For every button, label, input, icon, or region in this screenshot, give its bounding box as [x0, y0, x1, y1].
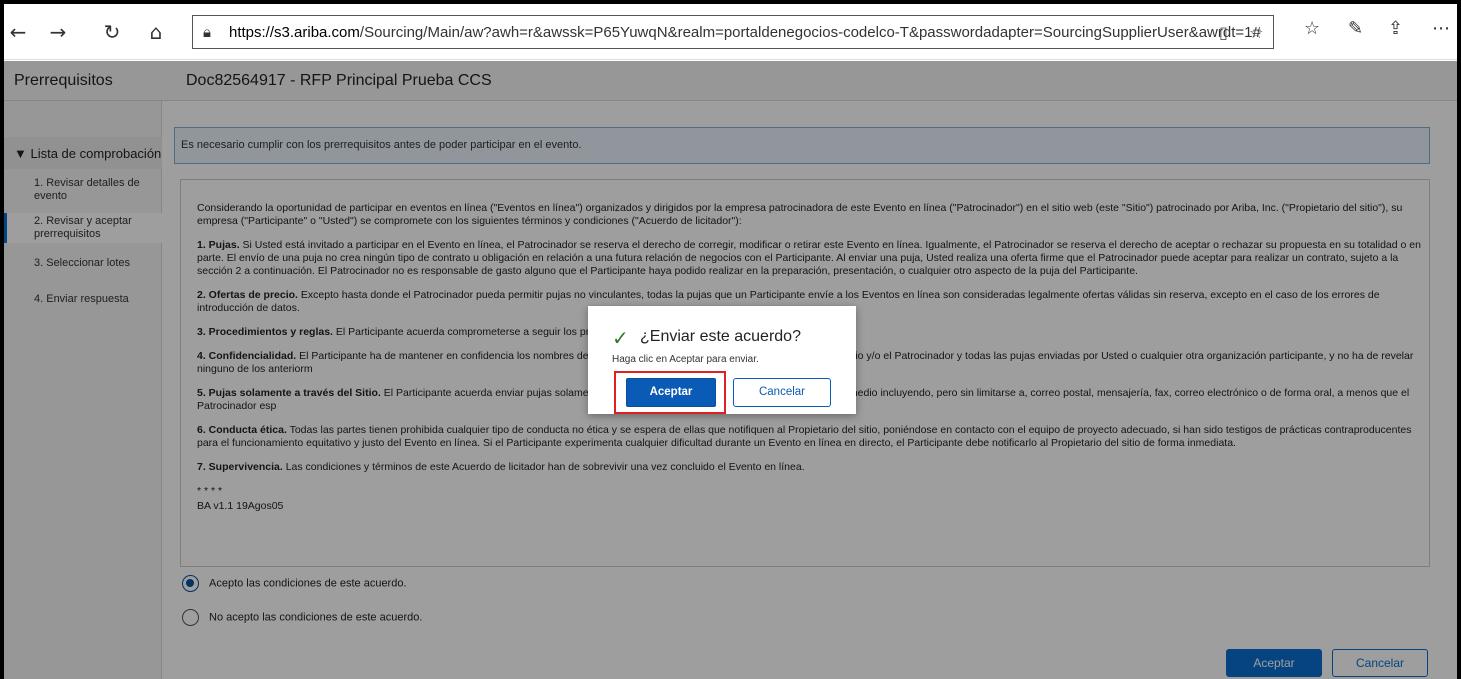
url-text: https://s3.ariba.com/Sourcing/Main/aw?aw…	[229, 24, 1261, 41]
pen-icon[interactable]: ✎	[1348, 18, 1363, 39]
dialog-title: ¿Enviar este acuerdo?	[640, 328, 801, 345]
browser-toolbar: ← → ↻ ⌂ 🔒︎ https://s3.ariba.com/Sourcing…	[4, 4, 1457, 60]
checkmark-icon: ✓	[612, 326, 629, 350]
forward-icon[interactable]: →	[44, 18, 72, 46]
share-icon[interactable]: ⇪	[1388, 18, 1403, 39]
favorite-star-icon[interactable]: ☆	[1249, 23, 1263, 42]
lock-icon: 🔒︎	[203, 23, 211, 41]
home-icon[interactable]: ⌂	[142, 18, 170, 46]
favorites-list-icon[interactable]: ☆	[1304, 18, 1320, 39]
more-icon[interactable]: ⋯	[1432, 18, 1450, 39]
address-bar[interactable]: 🔒︎ https://s3.ariba.com/Sourcing/Main/aw…	[192, 15, 1274, 49]
confirm-dialog: ✓ ¿Enviar este acuerdo? Haga clic en Ace…	[588, 306, 856, 414]
dialog-accept-button[interactable]: Aceptar	[626, 378, 716, 407]
reading-view-icon[interactable]: ▯	[1219, 23, 1228, 42]
dialog-cancel-button[interactable]: Cancelar	[733, 378, 831, 407]
dialog-message: Haga clic en Aceptar para enviar.	[612, 354, 759, 365]
back-icon[interactable]: ←	[4, 18, 32, 46]
refresh-icon[interactable]: ↻	[98, 18, 126, 46]
